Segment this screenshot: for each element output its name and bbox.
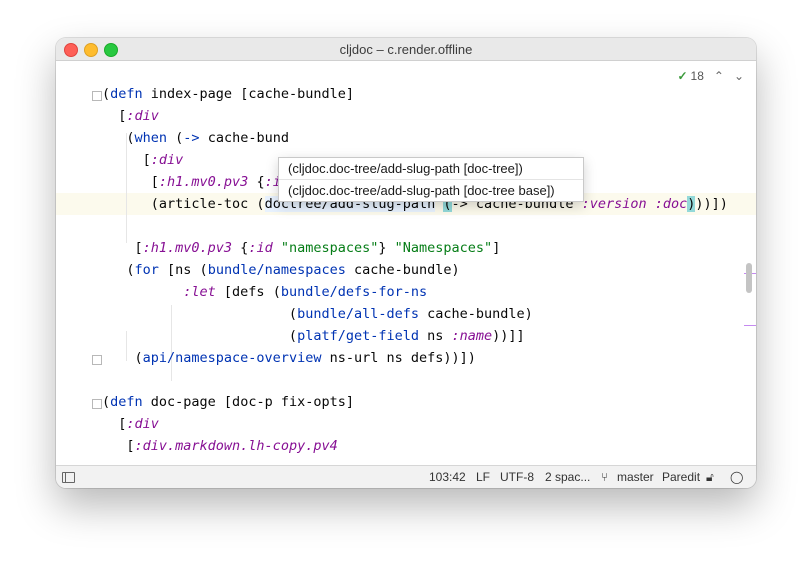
code-token: cache-bund [199,130,289,146]
code-token: defn [110,86,143,102]
status-bar: 103:42 LF UTF-8 2 spac... ⑂ master Pared… [56,465,756,488]
check-icon: ✓ [677,69,688,83]
scroll-marker [744,325,756,326]
code-token: platf/get-field [297,328,419,344]
code-token: ] [492,240,501,256]
code-token: [ns ( [158,262,208,278]
lock-icon[interactable]: 🔓︎ [706,470,714,485]
popup-signature-2[interactable]: (cljdoc.doc-tree/add-slug-path [doc-tree… [279,179,583,201]
ide-window: cljdoc – c.render.offline ✓ 18 ⌃ ⌄ (defn in… [56,38,756,488]
chevron-down-icon[interactable]: ⌄ [734,69,744,83]
code-line[interactable]: (platf/get-field ns :name))]] [102,325,525,347]
code-token: :h1.mv0.pv3 [142,240,233,256]
code-line[interactable]: (bundle/all-defs cache-bundle) [102,303,533,325]
inspection-count: 18 [690,69,704,83]
code-token: [ [102,240,143,256]
code-token: ns-url ns defs))]) [321,350,476,366]
panel-toggle-icon[interactable] [62,472,75,483]
code-token: :div [126,108,159,124]
title-bar: cljdoc – c.render.offline [56,38,756,61]
branch-icon: ⑂ [601,470,609,484]
fold-marker[interactable] [92,399,102,409]
code-token: :div [150,152,184,168]
git-branch[interactable]: master [617,470,654,484]
line-separator[interactable]: LF [476,470,490,484]
caret-position[interactable]: 103:42 [429,470,466,484]
code-token: :name [451,328,493,344]
code-token: ( [102,328,298,344]
window-title: cljdoc – c.render.offline [339,42,473,57]
code-token: "Namespaces" [394,240,493,256]
code-token: :div.markdown.lh-copy.pv4 [134,438,338,454]
code-token: [ [102,416,127,432]
code-line[interactable]: (for [ns (bundle/namespaces cache-bundle… [102,259,460,281]
code-line[interactable]: (api/namespace-overview ns-url ns defs))… [102,347,476,369]
code-token: ( [102,130,135,146]
code-token: defn [110,394,143,410]
code-token: (article-toc ( [102,196,265,212]
fold-marker[interactable] [92,355,102,365]
code-token: doc-page [doc-p fix-opts] [142,394,354,410]
chevron-up-icon[interactable]: ⌃ [714,69,724,83]
code-token: ))]] [492,328,525,344]
code-line[interactable]: (when (-> cache-bund [102,127,289,149]
code-token: bundle/defs-for-ns [280,284,428,300]
code-editor[interactable]: ✓ 18 ⌃ ⌄ (defn index-page [cache-bundle] [:… [56,61,756,485]
code-token: :doc [654,196,688,212]
code-token: cache-bundle) [419,306,533,322]
code-token: for [134,262,159,278]
code-token: :h1.mv0.pv3 [158,174,249,190]
code-token: ( [102,86,111,102]
fold-marker[interactable] [92,91,102,101]
code-token: ( [102,394,111,410]
editing-mode[interactable]: Paredit [662,470,700,484]
code-token: ( [102,306,298,322]
code-token: ( [167,130,184,146]
vertical-scrollbar[interactable] [746,263,752,293]
code-line[interactable]: (defn index-page [cache-bundle] [102,83,354,105]
code-token: -> [183,130,200,146]
code-token: } [378,240,395,256]
code-line[interactable]: [:h1.mv0.pv3 {:id "namespaces"} "Namespa… [102,237,501,259]
popup-signature-1[interactable]: (cljdoc.doc-tree/add-slug-path [doc-tree… [279,158,583,179]
code-token: "namespaces" [280,240,379,256]
code-token: bundle/namespaces [207,262,346,278]
code-token: cache-bundle) [345,262,460,278]
code-token: [defs ( [215,284,281,300]
code-token: :let [183,284,216,300]
parameter-info-popup: (cljdoc.doc-tree/add-slug-path [doc-tree… [278,157,584,202]
code-token: index-page [cache-bundle] [142,86,354,102]
file-encoding[interactable]: UTF-8 [500,470,534,484]
code-line[interactable]: (defn doc-page [doc-p fix-opts] [102,391,354,413]
code-token: ))]) [695,196,737,212]
code-token: [ [102,108,127,124]
code-line[interactable]: [:div [102,413,159,435]
code-line[interactable]: [:div.markdown.lh-copy.pv4 [102,435,338,457]
code-line[interactable]: [:div [102,105,159,127]
code-token: { [232,240,249,256]
code-token: ( [102,262,135,278]
code-token: [ [102,152,151,168]
code-token: ( [102,350,143,366]
code-token: ns [419,328,452,344]
code-token: bundle/all-defs [297,306,419,322]
indent-setting[interactable]: 2 spac... [545,470,590,484]
code-token: api/namespace-overview [142,350,322,366]
code-line[interactable]: [:div [102,149,184,171]
notifications-icon[interactable]: ◯ [730,470,743,484]
code-token: when [134,130,168,146]
code-token: :id [248,240,273,256]
code-token: { [248,174,265,190]
code-token: :version [581,196,647,212]
code-token: :div [126,416,159,432]
inspection-widget[interactable]: ✓ 18 ⌃ ⌄ [677,69,744,83]
code-token: [ [102,438,135,454]
code-token: [ [102,174,159,190]
code-line[interactable]: :let [defs (bundle/defs-for-ns [102,281,427,303]
